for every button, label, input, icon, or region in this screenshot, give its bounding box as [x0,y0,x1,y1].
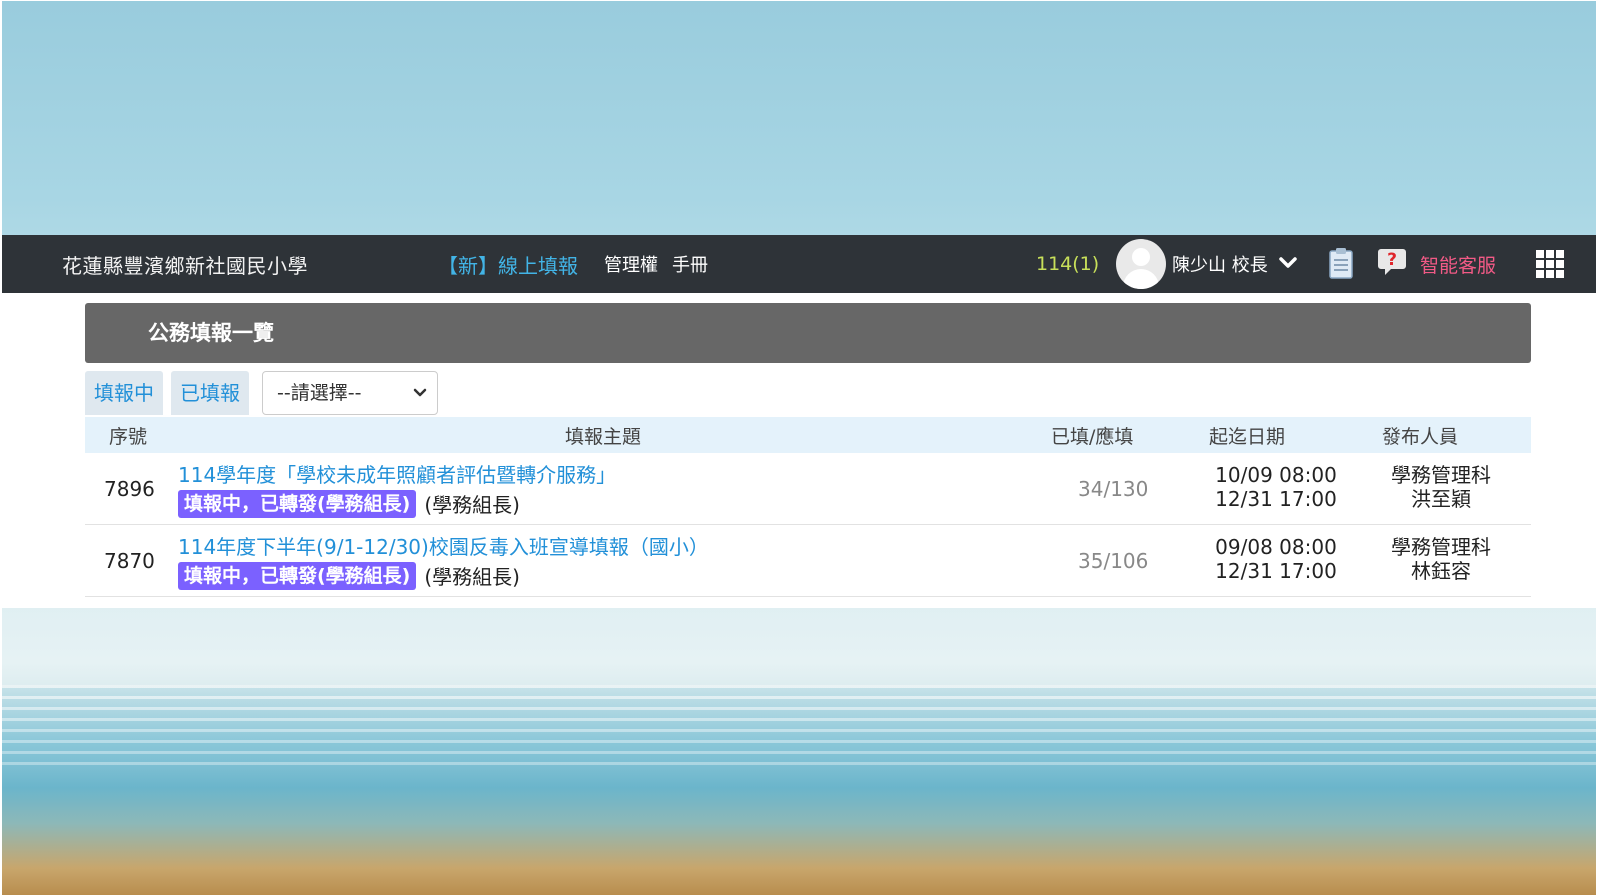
publisher-dept: 學務管理科 [1391,463,1491,487]
table-header: 序號 填報主題 已填/應填 起迄日期 發布人員 [85,417,1531,453]
chevron-down-icon[interactable] [1278,253,1298,273]
avatar-icon[interactable] [1116,239,1166,289]
row-publisher: 學務管理科 洪至穎 [1381,463,1501,511]
publisher-dept: 學務管理科 [1391,535,1491,559]
main-content: 公務填報一覽 填報中 已填報 --請選擇-- 序號 填報主題 已填/應填 起迄日… [2,293,1596,608]
row-end: 12/31 17:00 [1215,487,1337,511]
header-period: 起迄日期 [1209,426,1286,448]
clipboard-icon[interactable] [1328,247,1354,279]
row-title-link[interactable]: 114年度下半年(9/1-12/30)校園反毒入班宣導填報（國小） [178,531,709,560]
header-subject: 填報主題 [565,426,642,448]
filter-select-value: --請選擇-- [277,382,362,404]
chevron-down-icon [413,388,427,397]
ai-service-link[interactable]: 智能客服 [1420,251,1496,278]
report-table: 序號 填報主題 已填/應填 起迄日期 發布人員 7896 114學年度「學校未成… [85,417,1531,608]
school-name[interactable]: 花蓮縣豐濱鄉新社國民小學 [62,250,308,279]
forwarded-to: (學務組長) [424,565,520,589]
row-end: 12/31 17:00 [1215,559,1337,583]
tab-filling[interactable]: 填報中 [85,371,163,415]
header-filled: 已填/應填 [1051,426,1134,448]
table-row: 7896 114學年度「學校未成年照顧者評估暨轉介服務」 填報中，已轉發(學務組… [85,453,1531,525]
row-status: 填報中，已轉發(學務組長) (學務組長) [178,489,520,518]
apps-grid-icon[interactable] [1536,250,1564,278]
help-icon[interactable]: ? [1377,246,1407,276]
panel-title: 公務填報一覽 [85,303,1531,363]
row-start: 09/08 08:00 [1215,535,1337,559]
table-row-cut-off [85,597,1531,608]
top-navbar: 花蓮縣豐濱鄉新社國民小學 【新】線上填報 管理權 手冊 114(1) 陳少山 校… [2,235,1596,293]
table-row: 7870 114年度下半年(9/1-12/30)校園反毒入班宣導填報（國小） 填… [85,525,1531,597]
row-title-link[interactable]: 114學年度「學校未成年照顧者評估暨轉介服務」 [178,459,616,488]
system-title-link[interactable]: 【新】線上填報 [438,250,578,279]
admin-link[interactable]: 管理權 [604,251,658,277]
filter-select[interactable]: --請選擇-- [262,371,438,415]
manual-link[interactable]: 手冊 [672,251,708,277]
tab-filled[interactable]: 已填報 [171,371,249,415]
user-menu-label[interactable]: 陳少山 校長 [1172,251,1268,277]
row-publisher: 學務管理科 林鈺容 [1381,535,1501,583]
row-dates: 10/09 08:00 12/31 17:00 [1208,463,1344,511]
row-dates: 09/08 08:00 12/31 17:00 [1208,535,1344,583]
page-background: 花蓮縣豐濱鄉新社國民小學 【新】線上填報 管理權 手冊 114(1) 陳少山 校… [2,1,1596,895]
publisher-name: 洪至穎 [1411,487,1471,511]
row-status: 填報中，已轉發(學務組長) (學務組長) [178,561,520,590]
row-start: 10/09 08:00 [1215,463,1337,487]
term-indicator[interactable]: 114(1) [1036,253,1099,275]
row-count: 35/106 [1078,549,1149,573]
status-badge: 填報中，已轉發(學務組長) [178,489,417,518]
row-id: 7870 [104,549,155,573]
svg-text:?: ? [1387,250,1397,270]
status-tabs: 填報中 已填報 [85,371,257,417]
row-id: 7896 [104,477,155,501]
header-id: 序號 [109,426,148,448]
publisher-name: 林鈺容 [1411,559,1471,583]
status-badge: 填報中，已轉發(學務組長) [178,561,417,590]
row-count: 34/130 [1078,477,1149,501]
forwarded-to: (學務組長) [424,493,520,517]
header-publisher: 發布人員 [1382,426,1459,448]
